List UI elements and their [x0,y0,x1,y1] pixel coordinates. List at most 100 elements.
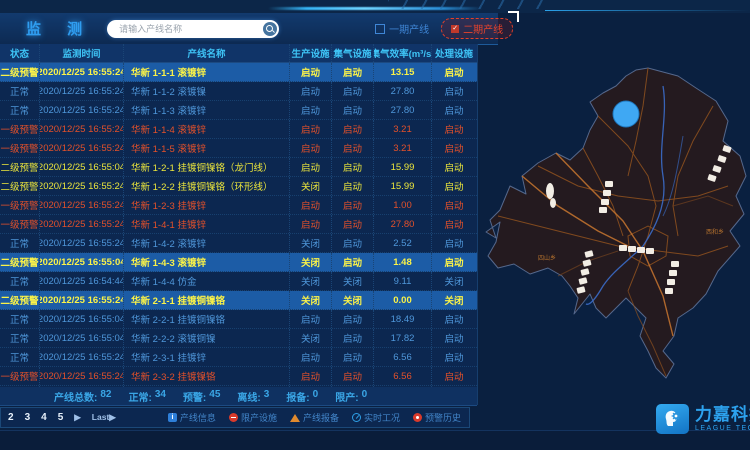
legend-item-info-square[interactable]: 产线信息 [168,411,216,424]
table-row[interactable]: 正常2020/12/25 16:54:44华新 1-4-4 仿金关闭关闭9.11… [0,272,477,291]
checkbox-checked-icon[interactable]: ✓ [451,25,459,33]
page-next-button[interactable]: ▶ [74,412,81,423]
cell-status: 正常 [0,82,40,100]
page-number-button[interactable]: 5 [58,412,64,423]
table-row[interactable]: 正常2020/12/25 16:55:24华新 1-4-2 滚镀锌关闭启动2.5… [0,234,477,253]
cell-treat: 关闭 [432,272,476,290]
summary-value: 82 [100,389,111,404]
cell-eff: 27.80 [374,215,432,233]
search-box [107,20,279,38]
page-number-button[interactable]: 2 [8,412,14,423]
checkbox-unchecked-icon[interactable] [375,24,385,34]
summary-label: 预警: [183,389,206,404]
cell-treat: 启动 [432,63,476,81]
legend-label: 产线信息 [180,411,216,424]
summary-value: 0 [313,389,319,404]
cell-gas: 启动 [332,158,374,176]
cell-status: 正常 [0,329,40,347]
cell-gas: 启动 [332,367,374,385]
table-row[interactable]: 一级预警2020/12/25 16:55:24华新 2-3-2 挂镀镍铬启动启动… [0,367,477,386]
map-canvas[interactable]: 西和乡四山乡 [478,46,750,404]
cell-name: 华新 1-4-1 挂镀锌 [124,215,290,233]
cell-gas: 启动 [332,120,374,138]
page-number-button[interactable]: 4 [41,412,47,423]
cell-gas: 启动 [332,253,374,271]
page-title: 监 测 [26,18,93,39]
table-header: 状态监测时间产线名称生产设施集气设施集气效率(m³/s)处理设施 [0,44,477,63]
table-row[interactable]: 二级预警2020/12/25 16:55:04华新 1-2-1 挂镀铜镍铬（龙门… [0,158,477,177]
right-line-decoration [545,10,750,11]
cell-gas: 关闭 [332,291,374,309]
page-last-button[interactable]: Last▶ [92,412,116,423]
table-row[interactable]: 一级预警2020/12/25 16:55:24华新 1-1-5 滚镀锌启动启动3… [0,139,477,158]
column-header: 集气效率(m³/s) [374,44,432,62]
cell-treat: 启动 [432,253,476,271]
info-square-icon [168,413,177,422]
legend-item-no-circle[interactable]: 限产设施 [229,411,277,424]
cell-status: 一级预警 [0,215,40,233]
summary-label: 报备: [286,389,309,404]
cell-eff: 17.82 [374,329,432,347]
cell-treat: 启动 [432,101,476,119]
table-row[interactable]: 二级预警2020/12/25 16:55:24华新 1-1-1 滚镀锌启动启动1… [0,63,477,82]
table-row[interactable]: 正常2020/12/25 16:55:04华新 2-2-2 滚镀铜镍关闭启动17… [0,329,477,348]
table-row[interactable]: 正常2020/12/25 16:55:04华新 2-2-1 挂镀铜镍铬启动启动1… [0,310,477,329]
table-row[interactable]: 一级预警2020/12/25 16:55:24华新 1-4-1 挂镀锌启动启动2… [0,215,477,234]
phase1-checkbox-option[interactable]: 一期产线 [375,21,429,36]
cell-status: 正常 [0,310,40,328]
monitoring-dashboard: 监 测 一期产线 ✓ 二期产线 状态监测时间产线名称生产设施集气设施集气效率(m… [0,0,750,450]
column-header: 监测时间 [40,44,124,62]
cell-name: 华新 2-2-2 滚镀铜镍 [124,329,290,347]
cell-name: 华新 2-2-1 挂镀铜镍铬 [124,310,290,328]
cell-name: 华新 2-3-2 挂镀镍铬 [124,367,290,385]
bottom-control-bar: 2345 ▶ Last▶ 产线信息限产设施产线报备 实时工况预警历史 [0,407,470,428]
table-row[interactable]: 二级预警2020/12/25 16:55:04华新 1-4-3 滚镀锌关闭启动1… [0,253,477,272]
table-row[interactable]: 一级预警2020/12/25 16:55:24华新 1-2-3 挂镀锌启动启动1… [0,196,477,215]
table-row[interactable]: 一级预警2020/12/25 16:55:24华新 1-1-4 滚镀锌启动启动3… [0,120,477,139]
cell-gas: 关闭 [332,272,374,290]
cell-eff: 15.99 [374,177,432,195]
table-row[interactable]: 正常2020/12/25 16:55:24华新 1-1-3 滚镀锌启动启动27.… [0,101,477,120]
legend-item-triangle[interactable]: 产线报备 [290,411,339,424]
legend-item-gauge[interactable]: 实时工况 [352,411,400,424]
alert-dot-icon [413,413,422,422]
cell-prod: 关闭 [290,291,332,309]
cell-eff: 6.56 [374,367,432,385]
cell-treat: 关闭 [432,291,476,309]
cell-name: 华新 1-4-3 滚镀锌 [124,253,290,271]
cell-eff: 2.52 [374,234,432,252]
summary-item: 正常:34 [128,389,165,404]
table-row[interactable]: 二级预警2020/12/25 16:55:24华新 1-2-2 挂镀铜镍铬（环形… [0,177,477,196]
cell-eff: 1.00 [374,196,432,214]
cell-eff: 15.99 [374,158,432,176]
cell-eff: 27.80 [374,101,432,119]
map-marker[interactable] [613,101,639,127]
search-input[interactable] [117,21,263,37]
cell-status: 正常 [0,348,40,366]
cell-gas: 启动 [332,101,374,119]
cell-prod: 启动 [290,367,332,385]
cell-treat: 启动 [432,177,476,195]
cell-eff: 1.48 [374,253,432,271]
column-header: 生产设施 [290,44,332,62]
cell-status: 一级预警 [0,139,40,157]
phase2-checkbox-option[interactable]: ✓ 二期产线 [441,18,513,39]
cell-time: 2020/12/25 16:55:04 [40,310,124,328]
page-number-button[interactable]: 3 [25,412,31,423]
district-map[interactable]: 西和乡四山乡 [478,46,750,404]
cell-treat: 启动 [432,82,476,100]
table-row[interactable]: 正常2020/12/25 16:55:24华新 2-3-1 挂镀锌启动启动6.5… [0,348,477,367]
search-icon[interactable] [263,22,277,36]
summary-item: 产线总数:82 [54,389,111,404]
map-town-label: 四山乡 [538,254,556,262]
cell-treat: 启动 [432,139,476,157]
cell-prod: 启动 [290,348,332,366]
legend-item-alert-dot[interactable]: 预警历史 [413,411,461,424]
legend-label: 实时工况 [364,411,400,424]
table-row[interactable]: 正常2020/12/25 16:55:24华新 1-1-2 滚镀镍启动启动27.… [0,82,477,101]
cell-time: 2020/12/25 16:55:24 [40,177,124,195]
table-row[interactable]: 二级预警2020/12/25 16:55:24华新 2-1-1 挂镀铜镍铬关闭关… [0,291,477,310]
column-header: 处理设施 [432,44,476,62]
cell-prod: 启动 [290,215,332,233]
cell-treat: 启动 [432,367,476,385]
